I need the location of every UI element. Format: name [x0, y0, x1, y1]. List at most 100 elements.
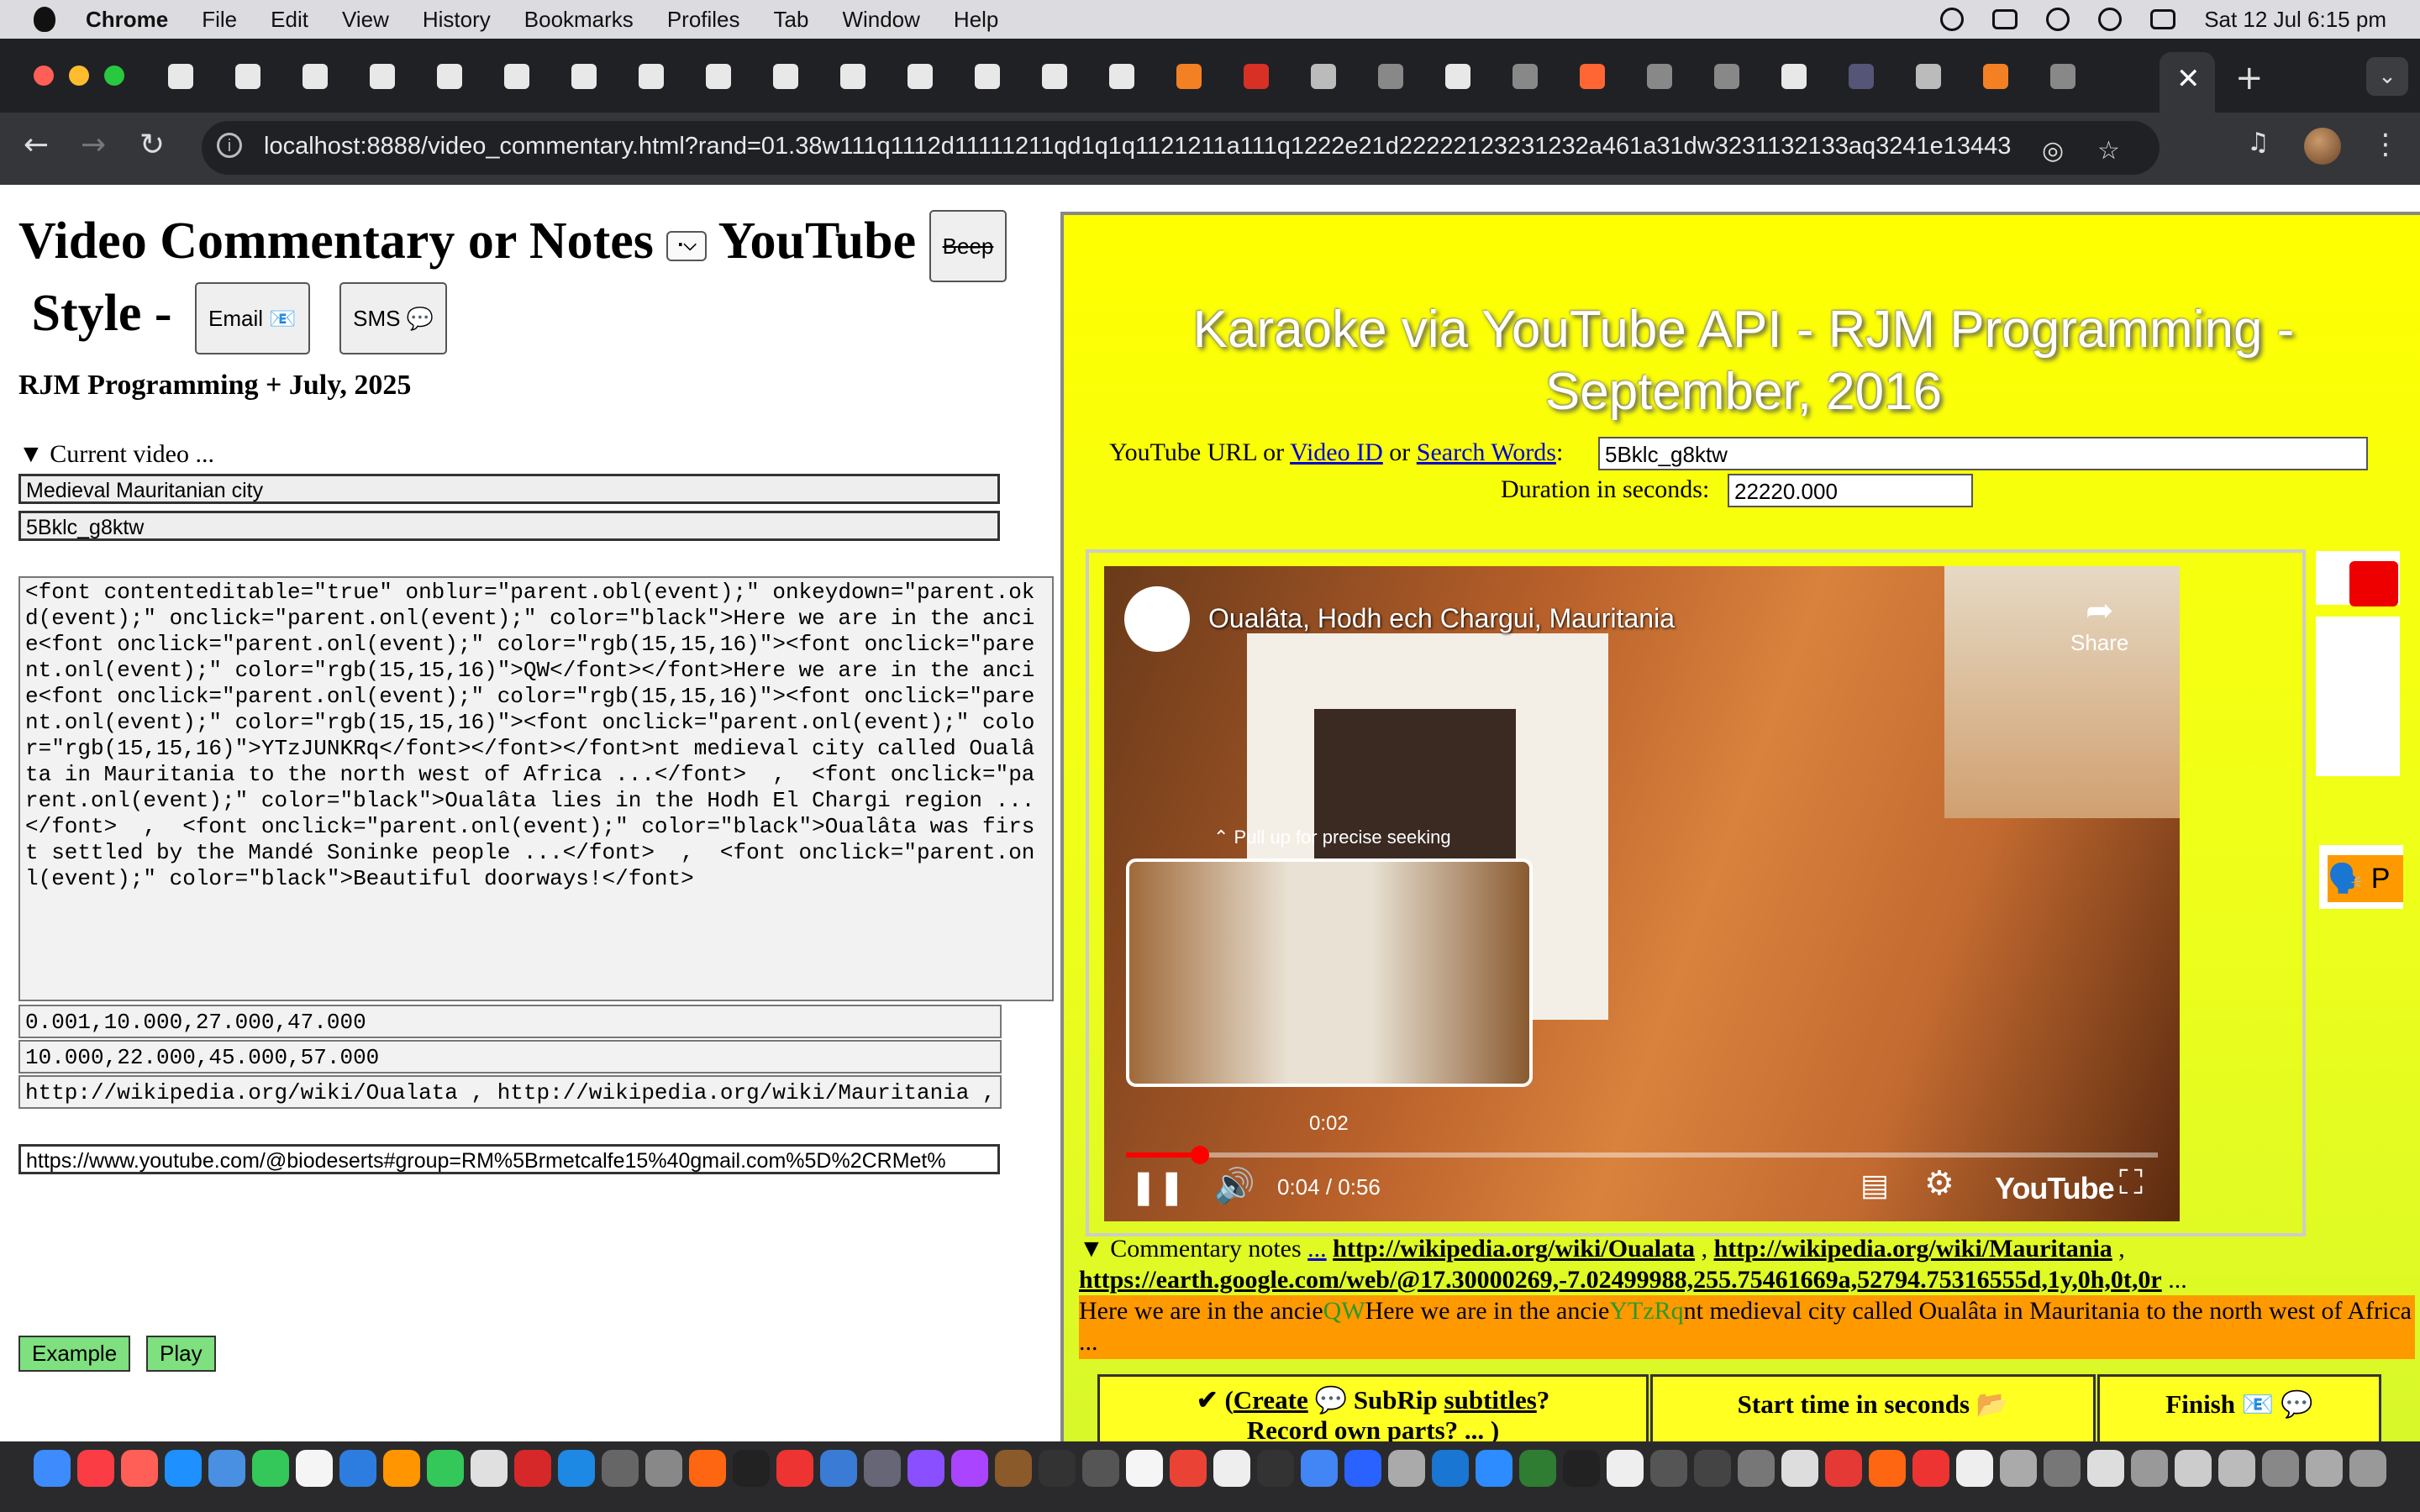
- menu-app-name[interactable]: Chrome: [86, 7, 168, 33]
- dock-app-icon[interactable]: [252, 1450, 289, 1487]
- notes-ellipsis-link[interactable]: ...: [1307, 1235, 1327, 1263]
- progress-bar-scrubber[interactable]: [1190, 1146, 1209, 1164]
- dock-app-icon[interactable]: [1825, 1450, 1862, 1487]
- dock-app-icon[interactable]: [645, 1450, 682, 1487]
- progress-bar[interactable]: [1126, 1146, 2158, 1164]
- close-window-icon[interactable]: [34, 66, 54, 86]
- dock-app-icon[interactable]: [383, 1450, 420, 1487]
- create-link[interactable]: Create: [1234, 1385, 1308, 1415]
- dock-app-icon[interactable]: [1694, 1450, 1731, 1487]
- tab-favicon-icon[interactable]: [975, 64, 1000, 89]
- mauritania-link[interactable]: http://wikipedia.org/wiki/Mauritania: [1714, 1235, 2112, 1263]
- dock-app-icon[interactable]: [1563, 1450, 1600, 1487]
- end-times-input[interactable]: 10.000,22.000,45.000,57.000: [18, 1040, 1002, 1074]
- dock-app-icon[interactable]: [995, 1450, 1032, 1487]
- tab-favicon-icon[interactable]: [1378, 64, 1403, 89]
- oualata-link[interactable]: http://wikipedia.org/wiki/Oualata: [1333, 1235, 1695, 1263]
- dock-app-icon[interactable]: [1388, 1450, 1425, 1487]
- video-title-input[interactable]: Medieval Mauritanian city: [18, 474, 1000, 504]
- channel-logo-icon[interactable]: [1124, 586, 1190, 652]
- tab-favicon-icon[interactable]: [571, 64, 597, 89]
- dock-app-icon[interactable]: [2175, 1450, 2212, 1487]
- youtube-player[interactable]: Oualâta, Hodh ech Chargui, Mauritania ➦ S…: [1104, 566, 2180, 1221]
- tab-favicon-icon[interactable]: [1647, 64, 1672, 89]
- dock-app-icon[interactable]: [2218, 1450, 2255, 1487]
- menu-window[interactable]: Window: [842, 7, 919, 33]
- tab-search-icon[interactable]: ⌄: [2366, 57, 2408, 96]
- video-id-input[interactable]: 5Bklc_g8ktw: [18, 511, 1000, 541]
- start-time-header[interactable]: Start time in seconds 📂: [1650, 1374, 2096, 1446]
- media-controls-icon[interactable]: ♫: [2247, 128, 2270, 157]
- menu-profiles[interactable]: Profiles: [667, 7, 740, 33]
- play-button[interactable]: Play: [146, 1336, 216, 1372]
- chrome-menu-icon[interactable]: ⋮: [2371, 128, 2400, 161]
- tab-favicon-icon[interactable]: [1109, 64, 1134, 89]
- dock-app-icon[interactable]: [1607, 1450, 1644, 1487]
- dock-app-icon[interactable]: [1912, 1450, 1949, 1487]
- finish-header[interactable]: Finish 📧 💬: [2097, 1374, 2381, 1446]
- tab-favicon-icon[interactable]: [840, 64, 865, 89]
- menu-view[interactable]: View: [342, 7, 389, 33]
- tab-favicon-icon[interactable]: [302, 64, 328, 89]
- dock-app-icon[interactable]: [908, 1450, 944, 1487]
- dock-app-icon[interactable]: [733, 1450, 770, 1487]
- tab-favicon-icon[interactable]: [1714, 64, 1739, 89]
- commentary-notes-summary[interactable]: ▼ Commentary notes: [1079, 1235, 1307, 1263]
- tab-favicon-icon[interactable]: [1042, 64, 1067, 89]
- eye-slash-icon[interactable]: ◎: [2042, 136, 2064, 165]
- menu-history[interactable]: History: [423, 7, 491, 33]
- dock-app-icon[interactable]: [1781, 1450, 1818, 1487]
- tab-favicon-icon[interactable]: [773, 64, 798, 89]
- dock-app-icon[interactable]: [602, 1450, 639, 1487]
- dock-app-icon[interactable]: [558, 1450, 595, 1487]
- tab-favicon-icon[interactable]: [1580, 64, 1605, 89]
- control-center-icon[interactable]: [2150, 9, 2176, 29]
- youtube-logo[interactable]: YouTube: [1995, 1171, 2115, 1206]
- dock-app-icon[interactable]: [1213, 1450, 1250, 1487]
- tab-favicon-icon[interactable]: [235, 64, 260, 89]
- dock-app-icon[interactable]: [2044, 1450, 2081, 1487]
- dock-app-icon[interactable]: [2349, 1450, 2386, 1487]
- loop-icon[interactable]: [2349, 561, 2398, 606]
- tab-favicon-icon[interactable]: [706, 64, 731, 89]
- example-button[interactable]: Example: [18, 1336, 131, 1372]
- beep-button[interactable]: Beep: [929, 210, 1007, 282]
- tab-favicon-icon[interactable]: [639, 64, 664, 89]
- bookmark-star-icon[interactable]: ☆: [2097, 136, 2120, 165]
- speak-button[interactable]: 🗣️ P: [2328, 855, 2403, 902]
- tab-favicon-icon[interactable]: [1983, 64, 2008, 89]
- tab-favicon-icon[interactable]: [1176, 64, 1202, 89]
- tab-favicon-icon[interactable]: [1512, 64, 1538, 89]
- close-tab-icon[interactable]: ✕: [2176, 62, 2201, 96]
- dock-app-icon[interactable]: [820, 1450, 857, 1487]
- menu-clock[interactable]: Sat 12 Jul 6:15 pm: [2204, 7, 2386, 33]
- dock-app-icon[interactable]: [1519, 1450, 1556, 1487]
- fullscreen-icon[interactable]: ⛶: [2119, 1164, 2143, 1202]
- menu-bookmarks[interactable]: Bookmarks: [524, 7, 634, 33]
- volume-icon[interactable]: 🔊: [1213, 1166, 1255, 1205]
- tab-favicon-icon[interactable]: [1916, 64, 1941, 89]
- battery-icon[interactable]: [1992, 9, 2018, 29]
- dock-app-icon[interactable]: [776, 1450, 813, 1487]
- address-bar-url[interactable]: localhost:8888/video_commentary.html?ran…: [264, 133, 2012, 160]
- dock-app-icon[interactable]: [1170, 1450, 1207, 1487]
- dock-app-icon[interactable]: [339, 1450, 376, 1487]
- pause-icon[interactable]: ❚❚: [1129, 1168, 1186, 1206]
- tab-favicon-icon[interactable]: [1781, 64, 1807, 89]
- dock-app-icon[interactable]: [1432, 1450, 1469, 1487]
- dock-app-icon[interactable]: [1344, 1450, 1381, 1487]
- email-button[interactable]: Email 📧: [195, 282, 310, 354]
- dock-app-icon[interactable]: [2306, 1450, 2343, 1487]
- dock-app-icon[interactable]: [864, 1450, 901, 1487]
- dock-app-icon[interactable]: [514, 1450, 551, 1487]
- dock-app-icon[interactable]: [1301, 1450, 1338, 1487]
- spotlight-search-icon[interactable]: [2098, 8, 2123, 31]
- dock-app-icon[interactable]: [165, 1450, 202, 1487]
- duration-input[interactable]: 22220.000: [1728, 474, 1973, 507]
- tab-favicon-icon[interactable]: [1244, 64, 1269, 89]
- settings-gear-icon[interactable]: ⚙: [1924, 1164, 1954, 1203]
- tab-favicon-icon[interactable]: [1849, 64, 1874, 89]
- menu-help[interactable]: Help: [954, 7, 998, 33]
- subtitles-link[interactable]: subtitles: [1444, 1385, 1537, 1415]
- menu-file[interactable]: File: [202, 7, 237, 33]
